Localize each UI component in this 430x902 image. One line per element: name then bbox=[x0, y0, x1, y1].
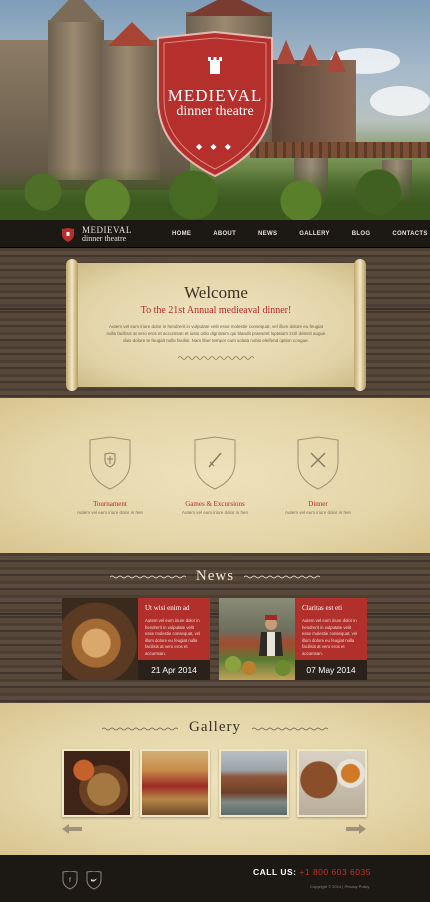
hero-title: MEDIEVAL bbox=[167, 86, 263, 105]
feature-title: Dinner bbox=[308, 500, 328, 508]
news-image[interactable] bbox=[219, 598, 295, 680]
news-date: 21 Apr 2014 bbox=[138, 660, 210, 680]
feature-text: Autem vel eum iriure dolor in hen bbox=[181, 510, 249, 515]
nav-item-contacts[interactable]: CONTACTS bbox=[392, 220, 427, 248]
arrow-right-icon[interactable] bbox=[346, 824, 366, 834]
news-panel: Ut wisi enim ad Autem vel eum iriure dol… bbox=[138, 598, 210, 660]
footer: f CALL US: +1 800 603 6035 Copyright © 2… bbox=[0, 855, 430, 902]
logo-shield-icon bbox=[62, 228, 74, 242]
news-title-text[interactable]: Ut wisi enim ad bbox=[145, 604, 203, 612]
squiggle-divider-icon bbox=[178, 356, 254, 360]
news-title: News bbox=[195, 568, 235, 584]
twitter-icon[interactable] bbox=[86, 871, 102, 890]
tower-roof bbox=[48, 0, 104, 22]
svg-text:f: f bbox=[69, 878, 71, 884]
news-excerpt: Autem vel eum iriure dolor in hendrerit … bbox=[302, 618, 358, 656]
logo-text-line2: dinner theatre bbox=[82, 234, 127, 243]
call-label: CALL US: bbox=[253, 867, 297, 877]
call-us: CALL US: +1 800 603 6035 bbox=[253, 867, 371, 877]
tower-roof bbox=[108, 22, 156, 46]
right-ornament-icon bbox=[252, 727, 328, 731]
right-ornament-icon bbox=[244, 575, 320, 579]
nav-item-gallery[interactable]: GALLERY bbox=[299, 220, 330, 248]
nav-item-about[interactable]: ABOUT bbox=[213, 220, 236, 248]
gallery-thumb[interactable] bbox=[62, 749, 132, 817]
nav-item-news[interactable]: NEWS bbox=[258, 220, 277, 248]
feature-title: Tournament bbox=[93, 500, 127, 508]
wooden-bridge bbox=[250, 142, 430, 158]
crossed-utensils-icon bbox=[310, 452, 326, 468]
scroll-roll-right bbox=[354, 259, 366, 391]
gallery-thumb[interactable] bbox=[140, 749, 210, 817]
feature-text: Autem vel eum iriure dolor in hen bbox=[284, 510, 352, 515]
news-panel: Claritas est eti Autem vel eum iriure do… bbox=[295, 598, 367, 660]
welcome-text: Autem vel eum iriure dolor in hendrerit … bbox=[106, 324, 326, 343]
castle-tower bbox=[100, 40, 160, 180]
tower-roof bbox=[326, 50, 346, 72]
gallery-thumb[interactable] bbox=[297, 749, 367, 817]
copyright: Copyright © 2014 | Privacy Policy bbox=[310, 884, 370, 889]
nav-item-home[interactable]: HOME bbox=[172, 220, 191, 248]
feature-title: Games & Excursions bbox=[185, 500, 245, 508]
welcome-scroll: Welcome To the 21st Annual medieaval din… bbox=[66, 259, 366, 391]
gallery-thumb[interactable] bbox=[219, 749, 289, 817]
site-logo[interactable]: MEDIEVAL dinner theatre bbox=[62, 225, 142, 245]
facebook-icon[interactable]: f bbox=[62, 871, 78, 890]
sword-icon bbox=[208, 452, 222, 468]
tower-roof bbox=[276, 40, 296, 64]
news-image[interactable] bbox=[62, 598, 138, 680]
news-excerpt: Autem vel eum iriure dolor in hendrerit … bbox=[145, 618, 201, 656]
phone-number[interactable]: +1 800 603 6035 bbox=[299, 867, 371, 877]
hero-subtitle: dinner theatre bbox=[176, 104, 254, 119]
news-date: 07 May 2014 bbox=[295, 660, 367, 680]
main-menu: HOME ABOUT NEWS GALLERY BLOG CONTACTS bbox=[172, 220, 430, 248]
news-card[interactable]: Claritas est eti Autem vel eum iriure do… bbox=[219, 598, 367, 680]
news-card[interactable]: Ut wisi enim ad Autem vel eum iriure dol… bbox=[62, 598, 210, 680]
castle-tower bbox=[48, 20, 104, 180]
person-figure bbox=[225, 615, 291, 676]
tower-roof bbox=[186, 0, 272, 16]
hero-dots: ◆ ◆ ◆ bbox=[196, 142, 234, 151]
top-navigation: MEDIEVAL dinner theatre HOME ABOUT NEWS … bbox=[0, 220, 430, 248]
welcome-subtitle: To the 21st Annual medieaval dinner! bbox=[140, 305, 292, 316]
gallery-title: Gallery bbox=[189, 719, 241, 735]
welcome-title: Welcome bbox=[184, 283, 248, 302]
castle-wing bbox=[272, 60, 356, 150]
nav-item-blog[interactable]: BLOG bbox=[352, 220, 371, 248]
cloud bbox=[370, 86, 430, 116]
small-shield-icon bbox=[104, 452, 116, 468]
news-title-text[interactable]: Claritas est eti bbox=[302, 604, 360, 612]
tower-roof bbox=[300, 44, 320, 66]
scroll-roll-left bbox=[66, 259, 78, 391]
arrow-left-icon[interactable] bbox=[62, 824, 82, 834]
feature-text: Autem vel eum iriure dolor in hen bbox=[76, 510, 144, 515]
